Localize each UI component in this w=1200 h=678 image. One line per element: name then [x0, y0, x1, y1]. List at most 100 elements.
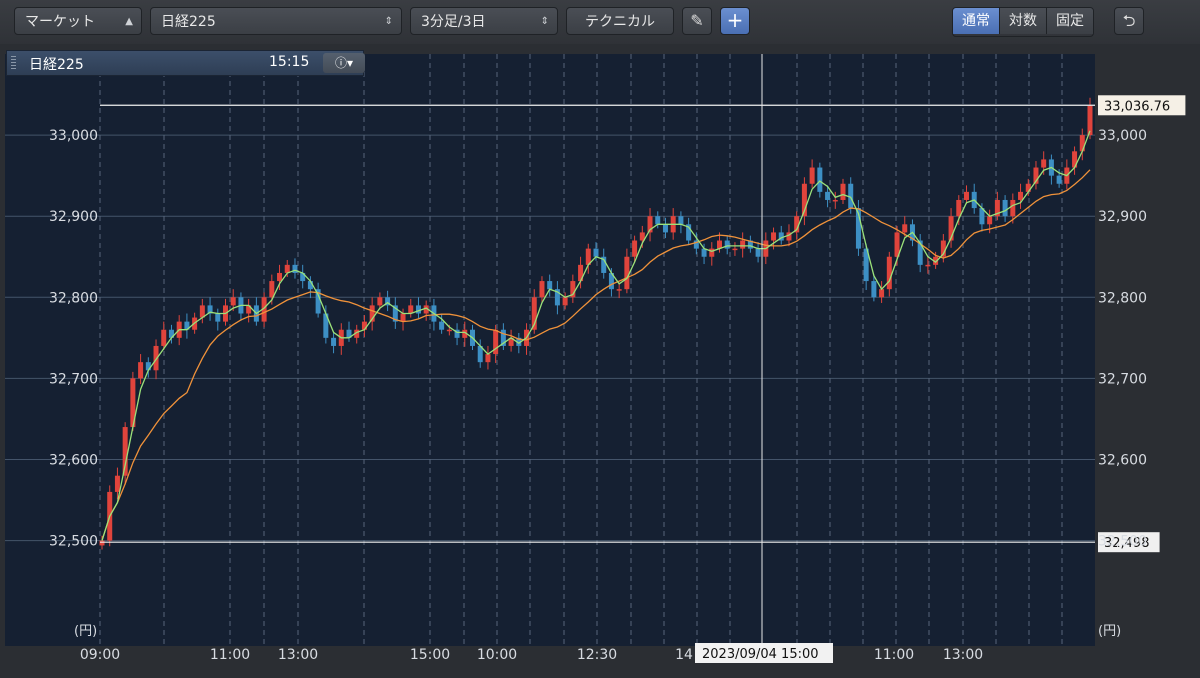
- candle-body: [1079, 135, 1085, 152]
- x-tick-label: 14: [675, 647, 693, 663]
- candle-body: [678, 216, 684, 225]
- scale-normal-button[interactable]: 通常: [953, 8, 1000, 34]
- x-tick-label: 13:00: [943, 647, 983, 663]
- candle-body: [1010, 199, 1016, 217]
- candle-body: [1018, 191, 1024, 200]
- y-tick-label-right: 33,000: [1098, 128, 1147, 144]
- chart-area: 33,036.76 32,498 32,500 32,500 32,600 32,600…: [0, 44, 1200, 674]
- y-tick-label-right: 32,500: [1098, 534, 1147, 550]
- y-tick-label-left: 32,900: [49, 209, 98, 225]
- candle-body: [230, 297, 236, 306]
- symbol-select[interactable]: 日経225 ⇕: [150, 7, 402, 35]
- x-tick-label: 11:00: [210, 647, 250, 663]
- candle-body: [832, 199, 838, 202]
- candle-body: [1041, 159, 1047, 168]
- candle-body: [925, 264, 931, 267]
- info-icon[interactable]: ⓘ▾: [323, 53, 365, 73]
- candle-body: [871, 281, 877, 298]
- plot-background: [5, 54, 1095, 646]
- interval-select-label: 3分足/3日: [421, 14, 486, 30]
- pencil-icon[interactable]: ✎: [682, 7, 712, 35]
- y-tick-label-left: 32,700: [49, 371, 98, 387]
- legend-time: 15:15: [269, 54, 310, 70]
- candle-body: [562, 297, 568, 306]
- crosshair-icon[interactable]: +: [720, 7, 750, 35]
- x-tick-label: 09:00: [80, 647, 120, 663]
- candle-body: [655, 216, 661, 225]
- candle-body: [446, 329, 452, 332]
- candle-body: [771, 232, 777, 241]
- legend-symbol: 日経225: [29, 57, 84, 73]
- crosshair-label: 2023/09/04 15:00: [702, 647, 819, 662]
- candle-body: [593, 248, 599, 257]
- interval-select[interactable]: 3分足/3日 ⇕: [410, 7, 558, 35]
- candle-body: [145, 362, 151, 371]
- candle-body: [987, 216, 993, 225]
- updown-arrow-icon: ▲: [125, 16, 133, 27]
- legend-panel: 日経225 15:15 ⓘ▾: [6, 50, 365, 76]
- candle-body: [1087, 105, 1093, 136]
- candle-body: [277, 272, 283, 282]
- candle-body: [215, 313, 221, 322]
- drag-handle-icon[interactable]: [11, 56, 16, 70]
- x-tick-label: 10:00: [477, 647, 517, 663]
- candle-body: [1056, 175, 1062, 184]
- y-unit-label-right: (円): [1098, 624, 1121, 639]
- candle-body: [840, 183, 846, 200]
- y-tick-label-left: 32,500: [49, 534, 98, 550]
- candle-body: [809, 167, 815, 184]
- candle-body: [624, 256, 630, 290]
- candle-body: [99, 540, 105, 546]
- y-tick-label-right: 32,900: [1098, 209, 1147, 225]
- candle-body: [825, 191, 831, 200]
- candle-body: [138, 362, 144, 379]
- candlestick-chart[interactable]: 33,036.7632,498 32,500 32,50032,600 32,600…: [0, 44, 1200, 674]
- candle-body: [1025, 183, 1031, 192]
- candle-body: [539, 281, 545, 298]
- x-axis: 09:00 11:00 13:00 15:00 10:00 12:30 14 11:00 13:…: [80, 647, 983, 663]
- candle-body: [331, 337, 337, 346]
- symbol-select-label: 日経225: [161, 14, 216, 30]
- candle-body: [755, 248, 761, 257]
- high_line-label: 33,036.76: [1104, 99, 1170, 114]
- candle-body: [292, 264, 298, 273]
- candle-body: [122, 427, 128, 476]
- candle-body: [1002, 199, 1008, 217]
- y-tick-label-left: 32,600: [49, 452, 98, 468]
- y-tick-label-left: 33,000: [49, 128, 98, 144]
- toolbar: マーケット ▲ 日経225 ⇕ 3分足/3日 ⇕ テクニカル ✎ + 通常 対数…: [0, 0, 1200, 45]
- scale-segment: 通常 対数 固定: [952, 7, 1094, 37]
- y-tick-label-left: 32,800: [49, 290, 98, 306]
- candle-body: [632, 240, 638, 257]
- y-tick-label-right: 32,800: [1098, 290, 1147, 306]
- y-tick-label-right: 32,700: [1098, 371, 1147, 387]
- candle-body: [439, 321, 445, 330]
- candle-body: [616, 289, 622, 291]
- x-tick-label: 13:00: [278, 647, 318, 663]
- candle-body: [886, 256, 892, 290]
- candle-body: [902, 224, 908, 233]
- candle-body: [964, 191, 969, 200]
- candle-body: [400, 313, 406, 322]
- candle-body: [724, 240, 730, 249]
- updown-arrow-icon: ⇕: [540, 16, 549, 27]
- candle-body: [662, 224, 668, 233]
- candle-body: [114, 475, 120, 492]
- market-select[interactable]: マーケット ▲: [14, 7, 142, 35]
- y-tick-label-right: 32,600: [1098, 452, 1147, 468]
- scale-fixed-button[interactable]: 固定: [1047, 8, 1093, 34]
- candle-body: [709, 248, 715, 257]
- y-unit-label-left: (円): [74, 624, 97, 639]
- candle-body: [547, 281, 553, 290]
- candle-body: [817, 167, 823, 192]
- candle-body: [161, 329, 167, 346]
- candle-body: [377, 297, 383, 306]
- updown-arrow-icon: ⇕: [384, 16, 393, 27]
- reset-icon[interactable]: ⮌: [1114, 7, 1144, 35]
- technical-button[interactable]: テクニカル: [566, 7, 674, 35]
- x-tick-label: 15:00: [410, 647, 450, 663]
- scale-log-button[interactable]: 対数: [1000, 8, 1047, 34]
- market-select-label: マーケット: [25, 14, 95, 30]
- candle-body: [848, 183, 854, 209]
- candle-body: [732, 248, 738, 251]
